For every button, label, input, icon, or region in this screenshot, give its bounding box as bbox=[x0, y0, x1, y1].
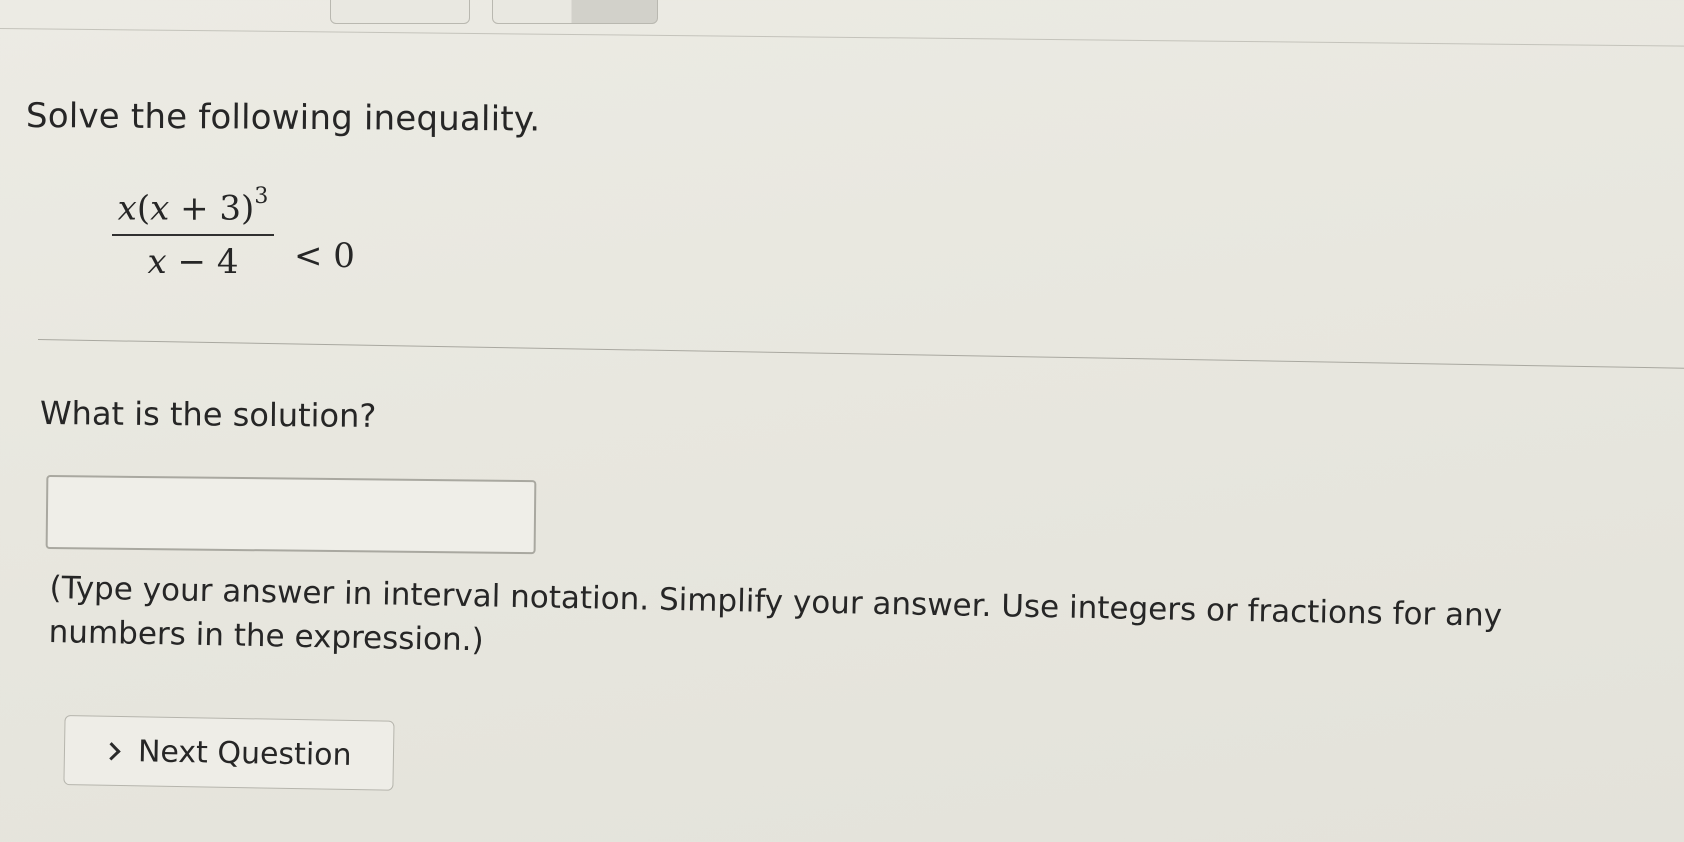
numerator-exponent: 3 bbox=[254, 184, 269, 209]
answer-input[interactable] bbox=[45, 475, 537, 555]
fraction-numerator: x(x + 3)3 bbox=[112, 184, 274, 229]
answer-instructions: (Type your answer in interval notation. … bbox=[48, 569, 1503, 659]
question-prompt: Solve the following inequality. bbox=[25, 96, 541, 140]
next-question-label: Next Question bbox=[137, 733, 352, 773]
top-tab-left[interactable] bbox=[330, 0, 470, 24]
numerator-plus-three: + 3) bbox=[169, 188, 255, 229]
top-divider bbox=[0, 28, 1684, 47]
section-divider bbox=[37, 339, 1684, 369]
top-tab-right[interactable] bbox=[492, 0, 658, 24]
denominator-minus-four: − 4 bbox=[166, 242, 239, 283]
numerator-open-paren: ( bbox=[136, 188, 151, 229]
denominator-var-x: x bbox=[147, 242, 167, 283]
fraction-bar bbox=[112, 234, 274, 237]
chevron-right-icon bbox=[102, 741, 121, 761]
fraction-denominator: x − 4 bbox=[112, 242, 274, 282]
next-question-button[interactable]: Next Question bbox=[63, 715, 395, 791]
solution-prompt: What is the solution? bbox=[39, 394, 377, 435]
numerator-var-x: x bbox=[117, 188, 137, 229]
inequality-fraction: x(x + 3)3 x − 4 bbox=[112, 184, 274, 282]
inequality-relation: < 0 bbox=[294, 236, 355, 276]
numerator-var-x-inner: x bbox=[150, 188, 170, 229]
